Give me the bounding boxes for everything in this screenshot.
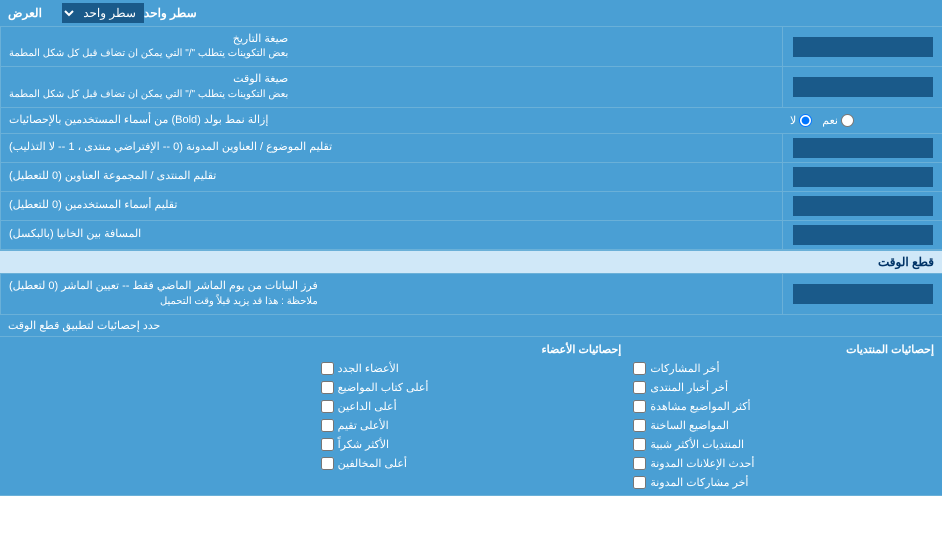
cb-top-raters[interactable] [321,419,334,432]
forum-stats-header: إحصائيات المنتديات [629,341,938,358]
forum-stats-col: إحصائيات المنتديات أخر المشاركات أخر أخب… [629,341,938,491]
cb-recent-ads-label[interactable]: أحدث الإعلانات المدونة [650,457,754,470]
time-format-label: صيغة الوقت [9,72,288,87]
ard-label: العرض [8,6,42,20]
cb-similar-forums-item: المنتديات الأكثر شبية [629,436,938,453]
date-format-sublabel: بعض التكوينات يتطلب "/" التي يمكن ان تضا… [9,47,288,61]
cb-top-raters-item: الأعلى تقيم [317,417,626,434]
bold-yes-radio[interactable] [841,114,854,127]
forum-title-input[interactable]: 33 [793,167,933,187]
cb-most-viewed-item: أكثر المواضيع مشاهدة [629,398,938,415]
bold-remove-label: إزالة نمط بولد (Bold) من أسماء المستخدمي… [9,113,268,128]
username-limit-input-cell: 0 [782,192,942,220]
forum-title-label: تقليم المنتدى / المجموعة العناوين (0 للت… [9,169,216,184]
cb-similar-forums-label[interactable]: المنتديات الأكثر شبية [650,438,744,451]
cb-recent-ads[interactable] [633,457,646,470]
realtime-filter-input[interactable]: 0 [793,284,933,304]
topic-title-label: تقليم الموضوع / العناوين المدونة (0 -- ا… [9,140,332,155]
cb-most-thanks-item: الأكثر شكراً [317,436,626,453]
cb-top-posters2-label[interactable]: أعلى الداعين [338,400,397,413]
cb-similar-forums[interactable] [633,438,646,451]
topic-title-label-cell: تقليم الموضوع / العناوين المدونة (0 -- ا… [0,134,782,162]
cb-forum-posts-label[interactable]: أخر المشاركات [650,362,719,375]
display-mode-select[interactable]: سطر واحد سطران ثلاثة أسطر [62,3,144,23]
gap-between-label-cell: المسافة بين الخانيا (بالبكسل) [0,221,782,249]
cb-top-posters-label[interactable]: أعلى كتاب المواضيع [338,381,429,394]
gap-between-row: 2 المسافة بين الخانيا (بالبكسل) [0,221,942,250]
username-limit-row: 0 تقليم أسماء المستخدمين (0 للتعطيل) [0,192,942,221]
time-format-sublabel: بعض التكوينات يتطلب "/" التي يمكن ان تضا… [9,88,288,102]
cb-most-thanks[interactable] [321,438,334,451]
bold-yes-label[interactable]: نعم [822,114,854,127]
cb-new-members[interactable] [321,362,334,375]
realtime-filter-label-cell: فرز البيانات من يوم الماشر الماضي فقط --… [0,274,782,313]
username-limit-input[interactable]: 0 [793,196,933,216]
forum-title-input-cell: 33 [782,163,942,191]
username-limit-label-cell: تقليم أسماء المستخدمين (0 للتعطيل) [0,192,782,220]
cb-forum-news[interactable] [633,381,646,394]
time-format-input-cell: H:i [782,67,942,106]
forum-title-label-cell: تقليم المنتدى / المجموعة العناوين (0 للت… [0,163,782,191]
cb-forum-posts[interactable] [633,362,646,375]
cb-top-raters-label[interactable]: الأعلى تقيم [338,419,389,432]
cb-top-visitors-label[interactable]: أعلى المخالفين [338,457,407,470]
time-format-label-cell: صيغة الوقت بعض التكوينات يتطلب "/" التي … [0,67,782,106]
bold-no-label[interactable]: لا [790,114,812,127]
realtime-filter-input-cell: 0 [782,274,942,313]
realtime-filter-row: 0 فرز البيانات من يوم الماشر الماضي فقط … [0,274,942,314]
bold-remove-radio-cell: نعم لا [782,108,942,133]
gap-between-label: المسافة بين الخانيا (بالبكسل) [9,227,141,242]
cb-recent-ads-item: أحدث الإعلانات المدونة [629,455,938,472]
cb-top-posters[interactable] [321,381,334,394]
cb-recent-shared[interactable] [633,476,646,489]
date-format-label-cell: صيغة التاريخ بعض التكوينات يتطلب "/" الت… [0,27,782,66]
cb-top-posters2[interactable] [321,400,334,413]
cb-new-members-item: الأعضاء الجدد [317,360,626,377]
forum-title-row: 33 تقليم المنتدى / المجموعة العناوين (0 … [0,163,942,192]
member-stats-header: إحصائيات الأعضاء [317,341,626,358]
placeholder-col [4,341,313,491]
display-mode-label: سطر واحد [144,6,197,20]
bold-remove-row: نعم لا إزالة نمط بولد (Bold) من أسماء ال… [0,108,942,134]
realtime-section-title: قطع الوقت [878,255,934,269]
cb-forum-news-label[interactable]: أخر أخبار المنتدى [650,381,728,394]
topic-title-input-cell: 33 [782,134,942,162]
cb-hot-topics[interactable] [633,419,646,432]
gap-between-input-cell: 2 [782,221,942,249]
cb-forum-posts-item: أخر المشاركات [629,360,938,377]
date-format-input[interactable]: d-m [793,37,933,57]
cb-recent-shared-item: أخر مشاركات المدونة [629,474,938,491]
realtime-filter-label: فرز البيانات من يوم الماشر الماضي فقط --… [9,279,318,294]
cb-hot-topics-item: المواضيع الساخنة [629,417,938,434]
gap-between-input[interactable]: 2 [793,225,933,245]
date-format-input-cell: d-m [782,27,942,66]
cb-most-viewed[interactable] [633,400,646,413]
limit-label-text: حدد إحصائيات لتطبيق قطع الوقت [8,319,160,332]
checkboxes-section: إحصائيات المنتديات أخر المشاركات أخر أخب… [0,337,942,496]
realtime-section-header: قطع الوقت [0,250,942,274]
cb-most-viewed-label[interactable]: أكثر المواضيع مشاهدة [650,400,750,413]
cb-top-posters-item: أعلى كتاب المواضيع [317,379,626,396]
cb-recent-shared-label[interactable]: أخر مشاركات المدونة [650,476,748,489]
date-format-row: d-m صيغة التاريخ بعض التكوينات يتطلب "/"… [0,27,942,67]
cb-new-members-label[interactable]: الأعضاء الجدد [338,362,399,375]
cb-most-thanks-label[interactable]: الأكثر شكراً [338,438,389,451]
time-format-input[interactable]: H:i [793,77,933,97]
cb-top-visitors[interactable] [321,457,334,470]
username-limit-label: تقليم أسماء المستخدمين (0 للتعطيل) [9,198,177,213]
bold-no-radio[interactable] [799,114,812,127]
date-format-label: صيغة التاريخ [9,32,288,47]
cb-forum-news-item: أخر أخبار المنتدى [629,379,938,396]
display-mode-row: سطر واحد سطر واحد سطران ثلاثة أسطر العرض [0,0,942,27]
limit-label-row: حدد إحصائيات لتطبيق قطع الوقت [0,315,942,337]
cb-hot-topics-label[interactable]: المواضيع الساخنة [650,419,729,432]
topic-title-row: 33 تقليم الموضوع / العناوين المدونة (0 -… [0,134,942,163]
cb-top-posters2-item: أعلى الداعين [317,398,626,415]
bold-remove-label-cell: إزالة نمط بولد (Bold) من أسماء المستخدمي… [0,108,782,133]
time-format-row: H:i صيغة الوقت بعض التكوينات يتطلب "/" ا… [0,67,942,107]
realtime-filter-sublabel: ملاحظة : هذا قد يزيد قبلاً وقت التحميل [9,295,318,309]
member-stats-col: إحصائيات الأعضاء الأعضاء الجدد أعلى كتاب… [317,341,626,491]
topic-title-input[interactable]: 33 [793,138,933,158]
cb-top-visitors-item: أعلى المخالفين [317,455,626,472]
